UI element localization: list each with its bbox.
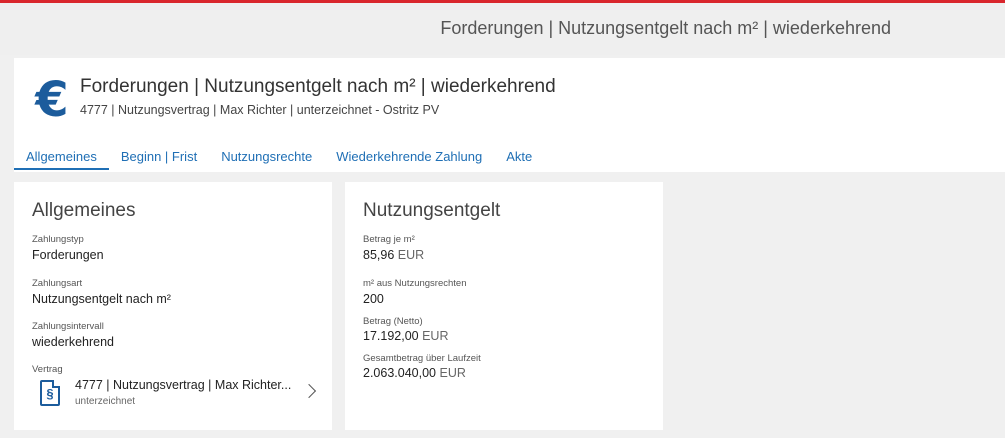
zahlungsart-label: Zahlungsart [32,278,83,289]
gesamt-value-row: 2.063.040,00 EUR [363,366,466,380]
chevron-right-icon [301,383,317,399]
tab-akte[interactable]: Akte [494,146,544,172]
contract-document-icon: § [40,380,60,406]
record-header: € Forderungen | Nutzungsentgelt nach m² … [14,58,1005,172]
netto-value: 17.192,00 [363,329,419,343]
tab-nutzungsrechte[interactable]: Nutzungsrechte [209,146,324,172]
netto-value-row: 17.192,00 EUR [363,329,449,343]
record-title: Forderungen | Nutzungsentgelt nach m² | … [80,76,556,97]
vertrag-link-text: 4777 | Nutzungsvertrag | Max Richter... [75,378,292,392]
gesamt-label: Gesamtbetrag über Laufzeit [363,353,481,364]
betrag-je-unit: EUR [397,248,425,262]
betrag-je-value: 85,96 [363,248,395,262]
betrag-je-label: Betrag je m² [363,234,415,245]
netto-unit: EUR [422,329,449,343]
tab-wiederkehrende-zahlung[interactable]: Wiederkehrende Zahlung [324,146,494,172]
page-title: Forderungen | Nutzungsentgelt nach m² | … [440,18,891,38]
euro-icon: € [35,72,69,128]
fee-card-title: Nutzungsentgelt [363,200,501,221]
vertrag-status: unterzeichnet [75,396,136,407]
m2-label: m² aus Nutzungsrechten [363,278,467,289]
intervall-value: wiederkehrend [32,335,114,349]
betrag-je-value-row: 85,96 EUR [363,248,424,262]
zahlungsart-value: Nutzungsentgelt nach m² [32,292,171,306]
vertrag-label: Vertrag [32,364,63,375]
vertrag-link[interactable]: § 4777 | Nutzungsvertrag | Max Richter..… [32,378,317,412]
netto-label: Betrag (Netto) [363,316,423,327]
fee-card: Nutzungsentgelt Betrag je m² 85,96 EUR m… [345,182,663,430]
zahlungstyp-value: Forderungen [32,248,104,262]
zahlungstyp-label: Zahlungstyp [32,234,84,245]
gesamt-unit: EUR [439,366,466,380]
tab-allgemeines[interactable]: Allgemeines [14,146,109,172]
record-subtitle: 4777 | Nutzungsvertrag | Max Richter | u… [80,103,440,117]
top-bar: Forderungen | Nutzungsentgelt nach m² | … [0,3,1005,55]
gesamt-value: 2.063.040,00 [363,366,436,380]
tab-bar: Allgemeines Beginn | Frist Nutzungsrecht… [14,146,544,172]
intervall-label: Zahlungsintervall [32,321,104,332]
m2-value: 200 [363,292,384,306]
general-card-title: Allgemeines [32,200,136,221]
general-card: Allgemeines Zahlungstyp Forderungen Zahl… [14,182,332,430]
tab-beginn-frist[interactable]: Beginn | Frist [109,146,209,172]
